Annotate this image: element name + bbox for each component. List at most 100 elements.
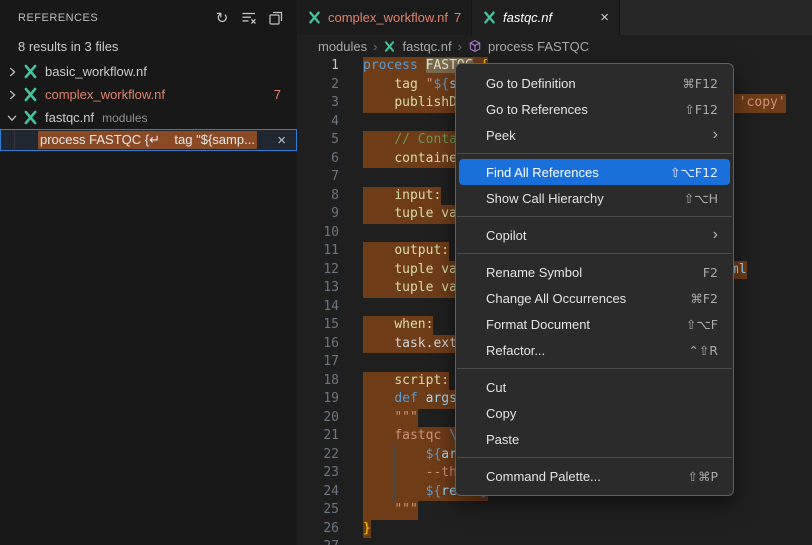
line-number[interactable]: 22 [297, 446, 339, 465]
tree-item-complex-workflow[interactable]: complex_workflow.nf 7 [0, 83, 297, 106]
editor-context-menu: Go to Definition⌘F12Go to References⇧F12… [455, 63, 734, 496]
menu-item-paste[interactable]: Paste [459, 426, 730, 452]
code-token [363, 317, 394, 332]
line-number[interactable]: 26 [297, 520, 339, 539]
menu-item-label: Copy [486, 406, 718, 421]
code-token: script: [394, 373, 449, 388]
code-token [363, 410, 394, 425]
line-number[interactable]: 1 [297, 57, 339, 76]
menu-item-label: Refactor... [486, 343, 688, 358]
code-line[interactable]: """ [363, 501, 812, 520]
menu-item-show-call-hierarchy[interactable]: Show Call Hierarchy⇧⌥H [459, 185, 730, 211]
line-number[interactable]: 17 [297, 353, 339, 372]
line-number[interactable]: 3 [297, 94, 339, 113]
menu-item-label: Cut [486, 380, 718, 395]
reference-result-item[interactable]: process FASTQC {↵ tag "${samp... × [0, 129, 297, 151]
menu-item-shortcut: ⇧F12 [684, 102, 718, 117]
code-token: 'copy' [739, 95, 786, 110]
menu-item-rename-symbol[interactable]: Rename SymbolF2 [459, 259, 730, 285]
code-token [363, 243, 394, 258]
tab-complex-workflow[interactable]: complex_workflow.nf 7 [297, 0, 472, 35]
line-number[interactable]: 5 [297, 131, 339, 150]
line-number[interactable]: 27 [297, 538, 339, 545]
line-number[interactable]: 24 [297, 483, 339, 502]
menu-item-change-all-occurrences[interactable]: Change All Occurrences⌘F2 [459, 285, 730, 311]
menu-item-go-to-definition[interactable]: Go to Definition⌘F12 [459, 70, 730, 96]
line-number[interactable]: 18 [297, 372, 339, 391]
menu-item-label: Change All Occurrences [486, 291, 690, 306]
tree-item-basic-workflow[interactable]: basic_workflow.nf [0, 60, 297, 83]
code-token: tag [394, 77, 417, 92]
line-number[interactable]: 10 [297, 224, 339, 243]
menu-item-shortcut: ⇧⌥F12 [670, 165, 718, 180]
menu-item-find-all-references[interactable]: Find All References⇧⌥F12 [459, 159, 730, 185]
line-number[interactable]: 23 [297, 464, 339, 483]
breadcrumb-folder[interactable]: modules [318, 39, 367, 54]
line-number[interactable]: 19 [297, 390, 339, 409]
line-number[interactable]: 8 [297, 187, 339, 206]
refresh-icon: ↻ [216, 10, 229, 26]
chevron-right-icon[interactable] [4, 88, 20, 102]
results-summary: 8 results in 3 files [0, 35, 297, 58]
breadcrumb-symbol[interactable]: process FASTQC [488, 39, 589, 54]
code-token [363, 77, 394, 92]
tree-indent-guide [14, 130, 15, 150]
code-token [363, 132, 394, 147]
line-number[interactable]: 4 [297, 113, 339, 132]
menu-item-copy[interactable]: Copy [459, 400, 730, 426]
chevron-right-icon[interactable] [4, 65, 20, 79]
tree-item-fastqc[interactable]: fastqc.nf modules [0, 106, 297, 129]
menu-item-copilot[interactable]: Copilot› [459, 222, 730, 248]
dismiss-result-button[interactable]: × [277, 133, 286, 148]
line-number[interactable]: 12 [297, 261, 339, 280]
code-token [363, 336, 394, 351]
clear-all-button[interactable] [240, 9, 258, 27]
menu-item-label: Go to Definition [486, 76, 682, 91]
line-number[interactable]: 7 [297, 168, 339, 187]
line-number[interactable]: 16 [297, 335, 339, 354]
menu-item-cut[interactable]: Cut [459, 374, 730, 400]
collapse-all-button[interactable] [267, 9, 285, 27]
line-number-gutter: 1234567891011121314151617181920212223242… [297, 57, 339, 545]
line-number[interactable]: 25 [297, 501, 339, 520]
code-token: input: [394, 188, 441, 203]
menu-item-format-document[interactable]: Format Document⇧⌥F [459, 311, 730, 337]
menu-item-shortcut: ⌘F2 [690, 291, 718, 306]
menu-item-shortcut: ⇧⌥F [686, 317, 718, 332]
code-token: ${ [426, 484, 442, 499]
close-tab-button[interactable]: × [600, 10, 609, 25]
code-token: """ [394, 502, 417, 517]
line-number[interactable]: 13 [297, 279, 339, 298]
collapse-all-icon [268, 10, 284, 26]
reference-match-text: process FASTQC {↵ tag "${samp... [38, 131, 257, 149]
line-number[interactable]: 6 [297, 150, 339, 169]
line-number[interactable]: 2 [297, 76, 339, 95]
menu-item-command-palette[interactable]: Command Palette...⇧⌘P [459, 463, 730, 489]
code-token: output: [394, 243, 449, 258]
menu-item-label: Peek [486, 128, 713, 143]
code-line[interactable]: } [363, 520, 812, 539]
code-token: ${ [426, 447, 442, 462]
line-number[interactable]: 11 [297, 242, 339, 261]
line-number[interactable]: 9 [297, 205, 339, 224]
line-number[interactable]: 21 [297, 427, 339, 446]
tab-fastqc[interactable]: fastqc.nf × [472, 0, 620, 35]
menu-item-label: Format Document [486, 317, 686, 332]
nextflow-file-icon [383, 40, 396, 53]
references-panel-header: REFERENCES ↻ [0, 0, 297, 35]
menu-separator [457, 216, 732, 217]
line-number[interactable]: 15 [297, 316, 339, 335]
refresh-button[interactable]: ↻ [213, 9, 231, 27]
menu-item-refactor[interactable]: Refactor...⌃⇧R [459, 337, 730, 363]
chevron-down-icon[interactable] [4, 111, 20, 125]
menu-item-peek[interactable]: Peek› [459, 122, 730, 148]
code-token: when: [394, 317, 433, 332]
menu-item-go-to-references[interactable]: Go to References⇧F12 [459, 96, 730, 122]
code-token [363, 151, 394, 166]
code-line[interactable] [363, 538, 812, 545]
line-number[interactable]: 20 [297, 409, 339, 428]
code-token: args [426, 391, 457, 406]
line-number[interactable]: 14 [297, 298, 339, 317]
menu-item-label: Find All References [486, 165, 670, 180]
breadcrumb-file[interactable]: fastqc.nf [402, 39, 451, 54]
